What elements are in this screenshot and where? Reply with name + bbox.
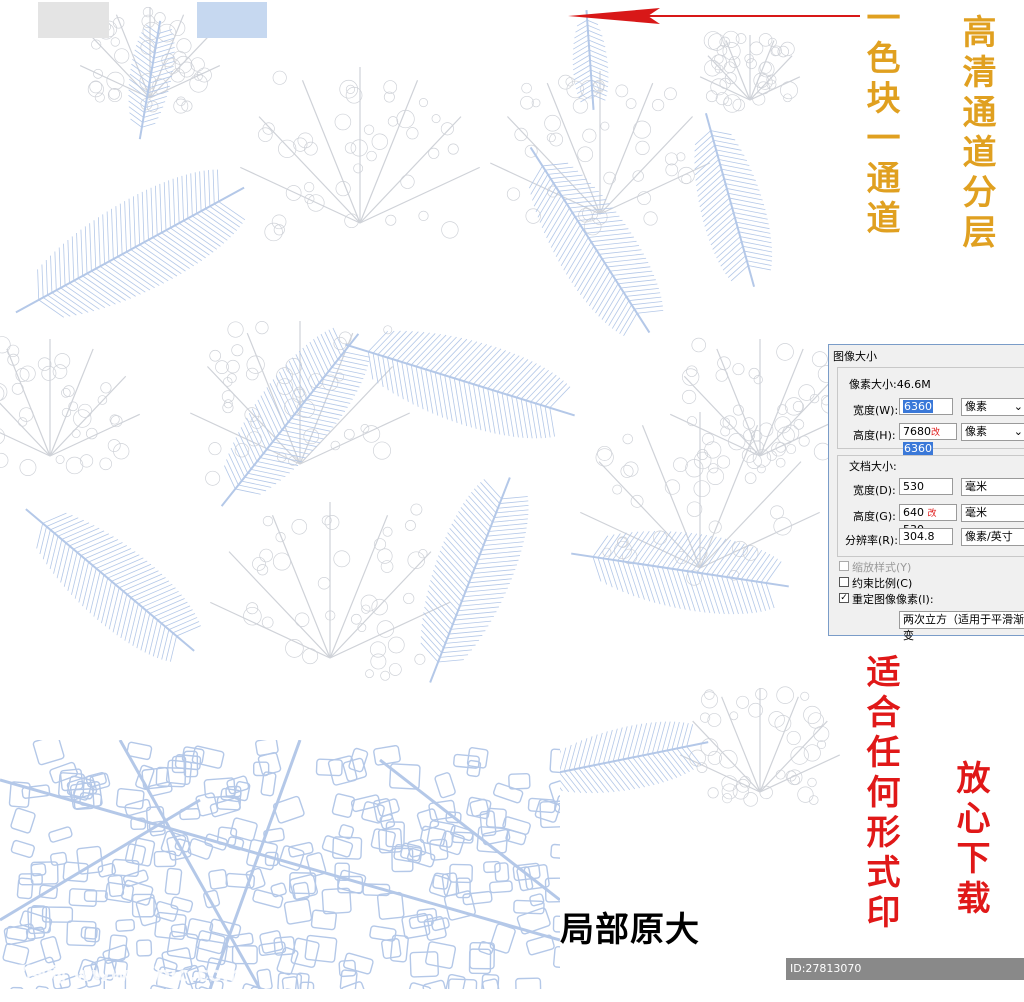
chevron-down-icon: ⌄ xyxy=(1013,425,1023,438)
doc-width-unit: 毫米 xyxy=(965,480,987,493)
label-hd-channel-layers: 高清通道分层 xyxy=(956,14,996,254)
color-swatch-gray xyxy=(38,2,109,38)
resolution-input[interactable]: 304.8 xyxy=(899,528,953,545)
width-value: 6360 xyxy=(903,400,933,413)
red-arrow-head xyxy=(568,8,660,24)
color-swatch-blue xyxy=(197,2,267,38)
site-watermark: 昵图网 www.nipic.com xyxy=(6,962,243,986)
height-label: 高度(H): xyxy=(853,429,896,442)
feather xyxy=(345,330,575,439)
width-label: 宽度(W): xyxy=(853,404,899,417)
leaf-skeletons xyxy=(0,6,851,807)
height-value-new: 6360 xyxy=(903,442,933,455)
doc-height-unit-select[interactable]: 毫米 xyxy=(961,504,1024,522)
doc-height-label: 高度(G): xyxy=(853,510,896,523)
leaf-skeleton xyxy=(0,336,141,476)
feather xyxy=(220,327,370,507)
height-edit-mark: 改 xyxy=(931,428,941,438)
doc-width-label: 宽度(D): xyxy=(853,484,896,497)
constrain-proportions-checkbox[interactable] xyxy=(839,577,849,587)
feather xyxy=(528,146,664,337)
width-unit-select[interactable]: 像素 ⌄ xyxy=(961,398,1024,416)
doc-size-label: 文档大小: xyxy=(849,460,897,473)
label-one-block-one-channel: 一色块一通道 xyxy=(860,0,900,240)
pixel-size-label: 像素大小:46.6M xyxy=(849,378,931,391)
leaf-skeleton xyxy=(210,502,450,681)
leaf-skeleton xyxy=(679,686,841,807)
scale-styles-checkbox[interactable] xyxy=(839,561,849,571)
height-value-old: 7680 xyxy=(903,425,931,438)
feathers xyxy=(15,10,789,794)
leaf-skeleton xyxy=(490,71,710,236)
height-unit-select[interactable]: 像素 ⌄ xyxy=(961,423,1024,441)
resolution-value: 304.8 xyxy=(903,530,935,543)
leaf-skeleton xyxy=(190,321,410,486)
width-input[interactable]: 6360 xyxy=(899,398,953,415)
resample-label: 重定图像像素(I): xyxy=(852,593,934,606)
constrain-proportions-label: 约束比例(C) xyxy=(852,577,913,590)
height-input[interactable]: 7680改 6360 xyxy=(899,423,957,455)
feather xyxy=(420,477,529,683)
feather xyxy=(694,113,773,287)
resolution-label: 分辨率(R): xyxy=(845,534,898,547)
label-download-assured: 放心下载 xyxy=(950,760,990,920)
closeup-caption: 局部原大 xyxy=(560,910,700,950)
resample-checkbox[interactable]: ✓ xyxy=(839,593,849,603)
resolution-unit: 像素/英寸 xyxy=(965,530,1013,543)
label-suitable-any-print: 适合任何形式印 xyxy=(860,654,900,934)
image-size-dialog: 图像大小 像素大小:46.6M 宽度(W): 6360 像素 ⌄ 高度(H): … xyxy=(828,344,1024,642)
dialog-title: 图像大小 xyxy=(833,350,877,363)
image-id-bar: ID:27813070 NO:20200816154148365035 xyxy=(786,958,1024,997)
chevron-down-icon: ⌄ xyxy=(1013,400,1023,413)
scale-styles-label: 缩放样式(Y) xyxy=(852,561,912,574)
feather xyxy=(15,169,246,318)
doc-height-value-old: 640 xyxy=(903,506,924,519)
doc-height-unit: 毫米 xyxy=(965,506,987,519)
feather xyxy=(572,10,609,110)
doc-height-input[interactable]: 640 改 530 xyxy=(899,504,957,536)
height-unit: 像素 xyxy=(965,425,987,438)
doc-width-input[interactable]: 530 xyxy=(899,478,953,495)
doc-width-value: 530 xyxy=(903,480,924,493)
doc-height-edit-mark: 改 xyxy=(927,509,937,519)
width-unit: 像素 xyxy=(965,400,987,413)
feather xyxy=(25,508,201,662)
leaf-skeleton xyxy=(240,67,480,242)
leaf-skeleton xyxy=(580,412,820,586)
doc-width-unit-select[interactable]: 毫米 xyxy=(961,478,1024,496)
resample-method-select[interactable]: 两次立方（适用于平滑渐变 xyxy=(899,611,1024,642)
resolution-unit-select[interactable]: 像素/英寸 xyxy=(961,528,1024,546)
closeup-leaf-veins xyxy=(0,740,560,989)
leaf-skeleton xyxy=(699,30,801,113)
leaf-skeleton xyxy=(669,337,851,474)
feather xyxy=(571,530,789,615)
